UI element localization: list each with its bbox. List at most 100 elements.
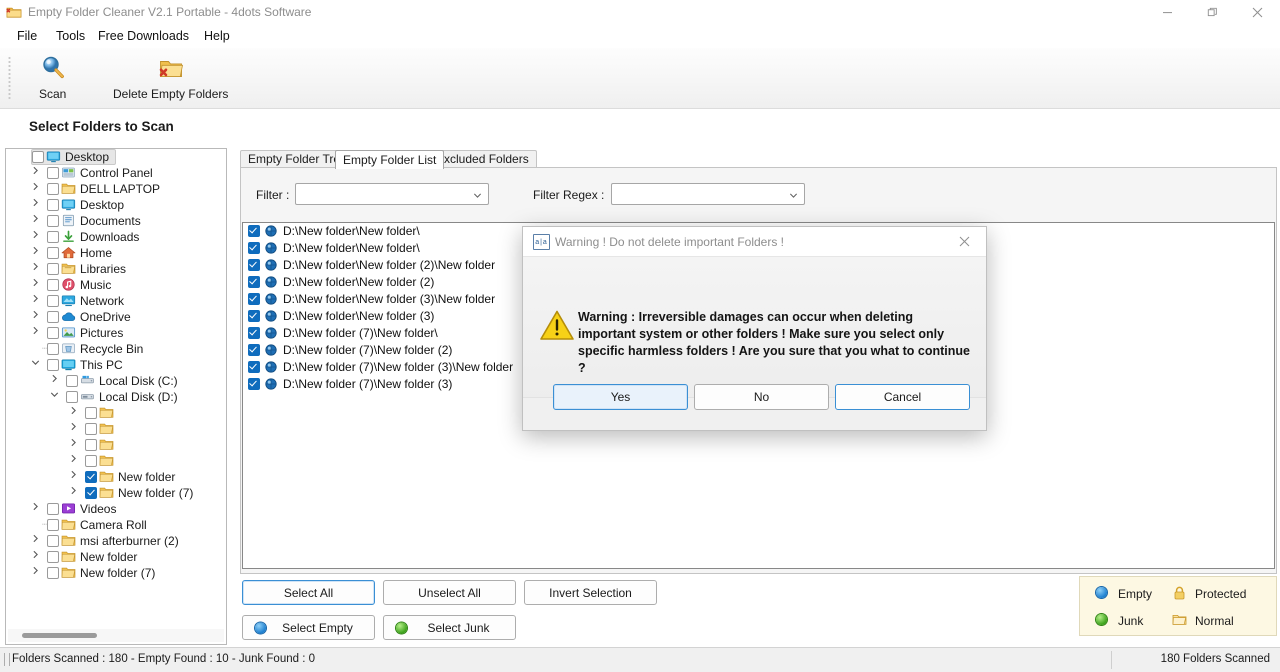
tree-twisty[interactable] [47, 389, 61, 405]
list-item-checkbox[interactable] [248, 225, 260, 237]
tree-twisty[interactable] [28, 213, 42, 229]
filter-input[interactable] [295, 183, 489, 205]
tree-checkbox[interactable] [47, 343, 59, 355]
tree-item[interactable]: Control Panel [6, 165, 226, 181]
tree-checkbox[interactable] [47, 167, 59, 179]
tree-checkbox[interactable] [47, 183, 59, 195]
invert-selection-button[interactable]: Invert Selection [524, 580, 657, 605]
tree-checkbox[interactable] [85, 407, 97, 419]
tree-item[interactable]: Pictures [6, 325, 226, 341]
tree-checkbox[interactable] [47, 263, 59, 275]
menu-tools[interactable]: Tools [50, 27, 91, 45]
tree-checkbox[interactable] [47, 551, 59, 563]
tree-checkbox[interactable] [47, 359, 59, 371]
tree-item[interactable]: Music [6, 277, 226, 293]
tree-checkbox[interactable] [47, 231, 59, 243]
tree-item[interactable]: Local Disk (C:) [6, 373, 226, 389]
tree-item[interactable]: New folder [6, 469, 226, 485]
tree-checkbox[interactable] [47, 295, 59, 307]
tree-item[interactable]: This PC [6, 357, 226, 373]
tree-checkbox[interactable] [85, 455, 97, 467]
toolbar-grip[interactable] [8, 56, 11, 100]
list-item-checkbox[interactable] [248, 361, 260, 373]
menu-file[interactable]: File [11, 27, 43, 45]
tree-twisty[interactable] [28, 229, 42, 245]
unselect-all-button[interactable]: Unselect All [383, 580, 516, 605]
tree-item[interactable]: Videos [6, 501, 226, 517]
tree-item[interactable]: msi afterburner (2) [6, 533, 226, 549]
list-item-checkbox[interactable] [248, 378, 260, 390]
tree-item[interactable]: Libraries [6, 261, 226, 277]
tree-twisty[interactable] [28, 245, 42, 261]
tree-twisty[interactable] [28, 165, 42, 181]
tree-twisty[interactable] [66, 469, 80, 485]
tree-checkbox[interactable] [47, 311, 59, 323]
tree-item[interactable]: OneDrive [6, 309, 226, 325]
tree-twisty[interactable] [28, 293, 42, 309]
list-item-checkbox[interactable] [248, 259, 260, 271]
dialog-no-button[interactable]: No [694, 384, 829, 410]
tree-item[interactable]: Local Disk (D:) [6, 389, 226, 405]
tree-checkbox[interactable] [47, 247, 59, 259]
delete-empty-folders-button[interactable]: Delete Empty Folders [106, 52, 235, 104]
tree-item[interactable]: ┈Recycle Bin [6, 341, 226, 357]
tree-item[interactable]: New folder [6, 549, 226, 565]
tree-checkbox[interactable] [47, 519, 59, 531]
close-button[interactable] [1235, 0, 1280, 24]
tree-twisty[interactable] [28, 501, 42, 517]
menu-free-downloads[interactable]: Free Downloads [92, 27, 195, 45]
scan-button[interactable]: Scan [32, 52, 73, 104]
select-all-button[interactable]: Select All [242, 580, 375, 605]
list-item-checkbox[interactable] [248, 327, 260, 339]
dialog-close-button[interactable] [942, 227, 986, 256]
tree-checkbox[interactable] [47, 567, 59, 579]
minimize-button[interactable] [1145, 0, 1190, 24]
tree-twisty[interactable] [28, 533, 42, 549]
select-empty-button[interactable]: Select Empty [242, 615, 375, 640]
tree-checkbox[interactable] [47, 215, 59, 227]
tree-checkbox[interactable] [47, 199, 59, 211]
tree-item[interactable] [6, 421, 226, 437]
tree-item[interactable]: ┈Camera Roll [6, 517, 226, 533]
tree-item[interactable]: Home [6, 245, 226, 261]
tree-checkbox[interactable] [47, 535, 59, 547]
tree-item[interactable] [6, 453, 226, 469]
tree-item[interactable] [6, 405, 226, 421]
tree-checkbox[interactable] [47, 327, 59, 339]
tree-item[interactable]: DELL LAPTOP [6, 181, 226, 197]
tree-twisty[interactable] [28, 325, 42, 341]
maximize-button[interactable] [1190, 0, 1235, 24]
tree-twisty[interactable] [66, 405, 80, 421]
tree-item[interactable]: Desktop [6, 197, 226, 213]
tree-twisty[interactable] [66, 453, 80, 469]
tree-checkbox[interactable] [85, 423, 97, 435]
tree-checkbox[interactable] [85, 471, 97, 483]
dialog-cancel-button[interactable]: Cancel [835, 384, 970, 410]
tree-item[interactable]: Documents [6, 213, 226, 229]
tree-twisty[interactable] [28, 565, 42, 581]
tree-twisty[interactable] [28, 357, 42, 373]
tree-twisty[interactable] [28, 277, 42, 293]
tree-checkbox[interactable] [66, 375, 78, 387]
tree-twisty[interactable] [66, 485, 80, 501]
tree-item[interactable]: New folder (7) [6, 485, 226, 501]
dialog-yes-button[interactable]: Yes [553, 384, 688, 410]
tree-item[interactable] [6, 437, 226, 453]
filter-regex-input[interactable] [611, 183, 805, 205]
folder-tree[interactable]: DesktopControl PanelDELL LAPTOPDesktopDo… [6, 149, 226, 626]
list-item-checkbox[interactable] [248, 242, 260, 254]
tree-twisty[interactable] [66, 421, 80, 437]
tree-item-selected[interactable]: Desktop [31, 149, 116, 165]
tree-item[interactable]: Desktop [6, 149, 226, 165]
scrollbar-thumb[interactable] [22, 633, 97, 638]
tree-twisty[interactable] [66, 437, 80, 453]
tree-checkbox[interactable] [85, 487, 97, 499]
tree-checkbox[interactable] [32, 151, 44, 163]
tree-checkbox[interactable] [85, 439, 97, 451]
tree-item[interactable]: New folder (7) [6, 565, 226, 581]
list-item-checkbox[interactable] [248, 344, 260, 356]
tree-twisty[interactable] [28, 549, 42, 565]
tree-checkbox[interactable] [66, 391, 78, 403]
tree-twisty[interactable] [28, 261, 42, 277]
tree-item[interactable]: Network [6, 293, 226, 309]
